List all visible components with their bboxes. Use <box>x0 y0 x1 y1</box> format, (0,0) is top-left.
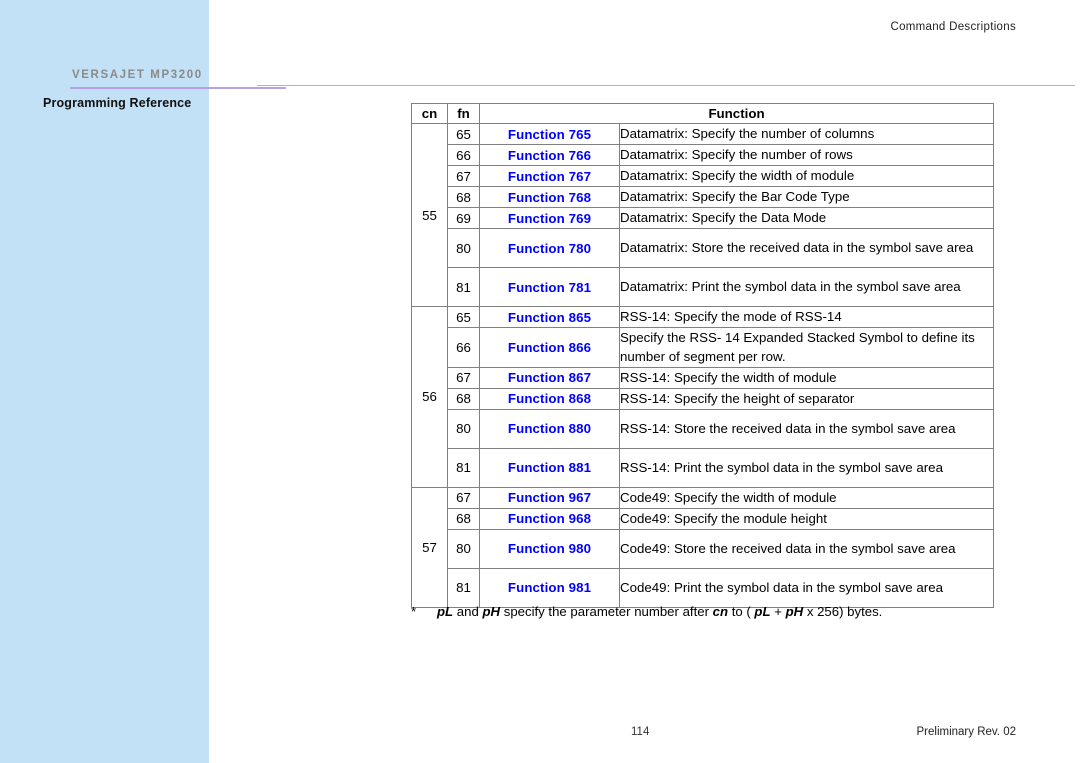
cell-fn: 66 <box>447 144 480 166</box>
cell-function-name[interactable]: Function 767 <box>479 165 620 187</box>
cell-fn: 69 <box>447 207 480 229</box>
cell-fn: 68 <box>447 387 480 410</box>
footnote-pl-1: pL <box>437 604 454 619</box>
footnote-text-5: x 256) bytes. <box>803 604 883 619</box>
cell-fn: 81 <box>447 267 480 307</box>
cell-function-description: Code49: Specify the width of module <box>618 486 995 509</box>
footnote: * pL and pH specify the parameter number … <box>411 604 1011 619</box>
cell-fn: 68 <box>447 186 480 208</box>
cell-fn: 67 <box>447 486 480 509</box>
purple-rule-divider <box>70 87 286 89</box>
cell-function-description: Code49: Store the received data in the s… <box>618 528 995 569</box>
cell-fn: 67 <box>447 366 480 389</box>
cell-fn: 67 <box>447 165 480 187</box>
cell-function-description: Datamatrix: Specify the number of rows <box>618 144 995 166</box>
cell-function-description: Datamatrix: Store the received data in t… <box>618 228 995 268</box>
cell-function-description: RSS-14: Print the symbol data in the sym… <box>618 447 995 488</box>
cell-fn: 68 <box>447 507 480 530</box>
footnote-text-4: + <box>770 604 786 619</box>
table-row: 80 Function 980 Code49: Store the received… <box>412 528 995 569</box>
cell-function-description: Datamatrix: Print the symbol data in the… <box>618 267 995 307</box>
table-row: 81 Function 881 RSS-14: Print the symbol d… <box>412 447 995 488</box>
brand-title: VERSAJET MP3200 <box>72 69 203 81</box>
table-row: 68 Function 868 RSS-14: Specify the height… <box>412 387 995 410</box>
cell-fn: 65 <box>447 123 480 145</box>
footnote-text-1: and <box>453 604 483 619</box>
document-subtitle: Programming Reference <box>43 96 192 110</box>
table-row: 67 Function 767 Datamatrix: Specify the wi… <box>412 165 995 187</box>
table-row: 56 65 Function 865 RSS-14: Specify the mode… <box>411 306 995 488</box>
page-number: 114 <box>631 726 650 738</box>
revision-note: Preliminary Rev. 02 <box>916 726 1017 738</box>
cell-function-name[interactable]: Function 968 <box>479 507 620 530</box>
blue-rule-divider <box>257 85 1075 86</box>
cell-function-name[interactable]: Function 981 <box>479 567 620 608</box>
cell-function-name[interactable]: Function 768 <box>479 186 620 208</box>
table-row: 66 Function 766 Datamatrix: Specify the nu… <box>412 144 995 166</box>
cell-function-description: RSS-14: Store the received data in the s… <box>618 408 995 449</box>
function-command-table: cn fn Function 55 65 Function 765 Datamatri… <box>411 103 995 608</box>
cell-function-name[interactable]: Function 980 <box>479 528 620 569</box>
cell-fn: 65 <box>447 306 480 328</box>
table-row: 80 Function 780 Datamatrix: Store the rece… <box>412 228 995 268</box>
table-row: 81 Function 781 Datamatrix: Print the symb… <box>412 267 995 307</box>
cell-function-description: Datamatrix: Specify the width of module <box>618 165 995 187</box>
cell-function-name[interactable]: Function 781 <box>479 267 620 307</box>
cell-function-name[interactable]: Function 769 <box>479 207 620 229</box>
cell-fn: 81 <box>447 567 480 608</box>
table-row: 67 Function 867 RSS-14: Specify the width … <box>412 366 995 389</box>
column-header-cn: cn <box>411 103 448 124</box>
cell-fn: 81 <box>447 447 480 488</box>
cell-function-description: RSS-14: Specify the height of separator <box>618 387 995 410</box>
cell-function-description: Code49: Specify the module height <box>618 507 995 530</box>
cell-function-name[interactable]: Function 868 <box>479 387 620 410</box>
table-row: 68 Function 968 Code49: Specify the module… <box>412 507 995 530</box>
cell-function-name[interactable]: Function 867 <box>479 366 620 389</box>
cell-function-name[interactable]: Function 866 <box>479 327 620 368</box>
cell-cn: 57 <box>411 486 448 608</box>
cell-cn: 55 <box>411 123 448 307</box>
cell-function-name[interactable]: Function 881 <box>479 447 620 488</box>
table-row: 68 Function 768 Datamatrix: Specify the Ba… <box>412 186 995 208</box>
footnote-text-3: to ( <box>728 604 755 619</box>
footnote-ph-2: pH <box>785 604 804 619</box>
cell-fn: 66 <box>447 327 480 368</box>
cell-fn: 80 <box>447 408 480 449</box>
cell-function-description: Code49: Print the symbol data in the sym… <box>618 567 995 608</box>
footnote-text-2: specify the parameter number after <box>500 604 713 619</box>
footnote-marker: * <box>411 604 417 619</box>
cell-function-description: Specify the RSS- 14 Expanded Stacked Sym… <box>618 327 995 368</box>
cell-function-name[interactable]: Function 780 <box>479 228 620 268</box>
cell-function-name[interactable]: Function 880 <box>479 408 620 449</box>
table-row: 80 Function 880 RSS-14: Store the received… <box>412 408 995 449</box>
column-header-fn: fn <box>447 103 480 124</box>
cell-fn: 80 <box>447 528 480 569</box>
footnote-pl-2: pL <box>754 604 771 619</box>
running-head: Command Descriptions <box>890 21 1016 33</box>
decorative-sidebar <box>0 0 209 763</box>
table-header-row: cn fn Function <box>411 103 995 124</box>
table-row: 57 67 Function 967 Code49: Specify the widt… <box>411 486 995 608</box>
cell-function-description: Datamatrix: Specify the Bar Code Type <box>618 186 995 208</box>
column-header-function: Function <box>478 103 995 124</box>
cell-fn: 80 <box>447 228 480 268</box>
footnote-ph-1: pH <box>482 604 501 619</box>
cell-function-description: RSS-14: Specify the width of module <box>618 366 995 389</box>
cell-cn: 56 <box>411 306 448 488</box>
table-row: 69 Function 769 Datamatrix: Specify the Da… <box>412 207 995 229</box>
table-row: 66 Function 866 Specify the RSS- 14 Expand… <box>412 327 995 368</box>
cell-function-description: RSS-14: Specify the mode of RSS-14 <box>618 306 995 328</box>
footnote-cn: cn <box>712 604 729 619</box>
cell-function-name[interactable]: Function 865 <box>479 306 620 328</box>
cell-function-name[interactable]: Function 967 <box>479 486 620 509</box>
table-row: 55 65 Function 765 Datamatrix: Specify the … <box>411 123 995 307</box>
table-row: 81 Function 981 Code49: Print the symbol d… <box>412 567 995 608</box>
cell-function-name[interactable]: Function 765 <box>479 123 620 145</box>
cell-function-name[interactable]: Function 766 <box>479 144 620 166</box>
cell-function-description: Datamatrix: Specify the number of column… <box>618 123 995 145</box>
cell-function-description: Datamatrix: Specify the Data Mode <box>618 207 995 229</box>
